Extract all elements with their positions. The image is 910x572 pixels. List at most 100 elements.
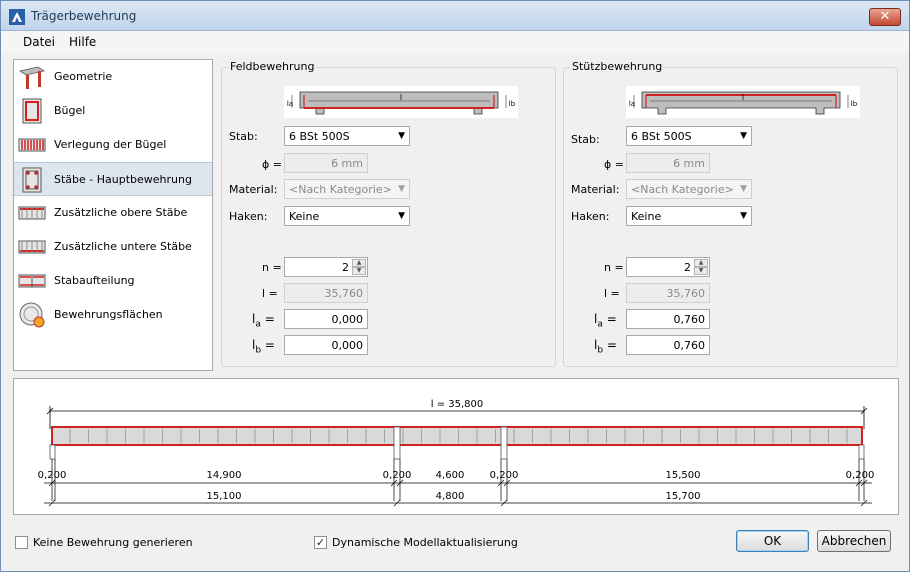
stab-value: 6 BSt 500S bbox=[631, 130, 692, 143]
stab-dropdown[interactable]: 6 BSt 500S ▼ bbox=[626, 126, 752, 146]
nav-item-zusaetzliche-untere-staebe[interactable]: Zusätzliche untere Stäbe bbox=[14, 230, 212, 264]
l-label: l = bbox=[604, 287, 620, 300]
dim-span-3: 15,500 bbox=[666, 470, 701, 481]
diagram-la-label: la bbox=[287, 100, 293, 108]
n-label: n = bbox=[604, 261, 624, 274]
haken-label: Haken: bbox=[229, 210, 268, 223]
window-title: Trägerbewehrung bbox=[31, 9, 137, 23]
dim-support-mid-2: 0,200 bbox=[490, 470, 519, 481]
la-input[interactable]: 0,760 bbox=[626, 309, 710, 329]
menu-datei[interactable]: Datei bbox=[23, 35, 55, 49]
n-label: n = bbox=[262, 261, 282, 274]
lb-label: lb = bbox=[252, 338, 275, 356]
phi-value: 6 mm bbox=[673, 157, 705, 170]
group-title: Stützbewehrung bbox=[570, 60, 665, 73]
lb-label: lb = bbox=[594, 338, 617, 356]
phi-field: 6 mm bbox=[626, 153, 710, 173]
l-field: 35,760 bbox=[626, 283, 710, 303]
bar-distribution-icon bbox=[18, 274, 46, 288]
chevron-down-icon: ▼ bbox=[398, 131, 405, 141]
stab-label: Stab: bbox=[571, 133, 600, 146]
la-value: 0,760 bbox=[673, 313, 706, 326]
ok-button[interactable]: OK bbox=[736, 530, 809, 552]
nav-item-stabaufteilung[interactable]: Stabaufteilung bbox=[14, 264, 212, 298]
nav-item-bewehrungsflaechen[interactable]: Bewehrungsflächen bbox=[14, 298, 212, 332]
no-reinforcement-label: Keine Bewehrung generieren bbox=[33, 536, 193, 549]
chevron-down-icon: ▼ bbox=[740, 211, 747, 221]
bottom-bars-icon bbox=[18, 240, 46, 254]
close-button[interactable]: ✕ bbox=[869, 8, 901, 26]
nav-item-geometrie[interactable]: Geometrie bbox=[14, 60, 212, 94]
stepper-down-icon[interactable]: ▼ bbox=[694, 267, 708, 275]
stab-value: 6 BSt 500S bbox=[289, 130, 350, 143]
la-label: la = bbox=[594, 312, 617, 330]
beam-diagram: l la lb bbox=[284, 86, 518, 118]
haken-dropdown[interactable]: Keine ▼ bbox=[284, 206, 410, 226]
geometry-icon bbox=[18, 66, 46, 89]
phi-field: 6 mm bbox=[284, 153, 368, 173]
material-label: Material: bbox=[229, 183, 278, 196]
phi-label: ϕ = bbox=[262, 158, 282, 171]
haken-value: Keine bbox=[631, 210, 662, 223]
main-bars-icon bbox=[22, 167, 42, 193]
haken-dropdown[interactable]: Keine ▼ bbox=[626, 206, 752, 226]
haken-label: Haken: bbox=[571, 210, 610, 223]
dim-span-2: 4,600 bbox=[436, 470, 465, 481]
check-icon: ✓ bbox=[315, 536, 326, 549]
nav-label: Zusätzliche untere Stäbe bbox=[54, 240, 192, 253]
diagram-l-label: l bbox=[742, 93, 744, 102]
stab-label: Stab: bbox=[229, 130, 258, 143]
no-reinforcement-checkbox[interactable] bbox=[15, 536, 28, 549]
material-value: <Nach Kategorie> bbox=[289, 183, 392, 196]
stuetzbewehrung-group: Stützbewehrung l la lb Stab: 6 BSt 500S … bbox=[563, 60, 898, 367]
nav-item-zusaetzliche-obere-staebe[interactable]: Zusätzliche obere Stäbe bbox=[14, 196, 212, 230]
lb-input[interactable]: 0,000 bbox=[284, 335, 368, 355]
nav-label: Bügel bbox=[54, 104, 86, 117]
beam-body bbox=[51, 426, 863, 446]
material-label: Material: bbox=[571, 183, 620, 196]
diagram-lb-label: lb bbox=[851, 100, 858, 108]
dim-axis-1: 15,100 bbox=[207, 491, 242, 502]
menu-hilfe[interactable]: Hilfe bbox=[69, 35, 96, 49]
diagram-l-label: l bbox=[400, 93, 402, 102]
nav-label: Geometrie bbox=[54, 70, 113, 83]
nav-label: Stabaufteilung bbox=[54, 274, 135, 287]
feldbewehrung-group: Feldbewehrung l la lb Stab: 6 BSt 500S ▼… bbox=[221, 60, 556, 367]
n-stepper[interactable]: 2 ▲ ▼ bbox=[284, 257, 368, 277]
la-label: la = bbox=[252, 312, 275, 330]
beam-diagram: l la lb bbox=[626, 86, 860, 118]
nav-item-verlegung-buegel[interactable]: Verlegung der Bügel bbox=[14, 128, 212, 162]
lb-value: 0,760 bbox=[673, 339, 706, 352]
stab-dropdown[interactable]: 6 BSt 500S ▼ bbox=[284, 126, 410, 146]
la-input[interactable]: 0,000 bbox=[284, 309, 368, 329]
dim-support-right: 0,200 bbox=[846, 470, 875, 481]
beam-preview-drawing: l = 35,800 0,200 14,900 0,200 4,600 0,20… bbox=[38, 399, 875, 507]
nav-item-buegel[interactable]: Bügel bbox=[14, 94, 212, 128]
stirrup-icon bbox=[22, 98, 42, 124]
diagram-lb-label: lb bbox=[509, 100, 516, 108]
top-bars-icon bbox=[18, 206, 46, 220]
category-list: Geometrie Bügel Verlegung der Bügel Stäb… bbox=[13, 59, 213, 371]
material-dropdown: <Nach Kategorie> ▼ bbox=[284, 179, 410, 199]
cancel-button[interactable]: Abbrechen bbox=[817, 530, 891, 552]
dynamic-update-checkbox[interactable]: ✓ bbox=[314, 536, 327, 549]
phi-label: ϕ = bbox=[604, 158, 624, 171]
dialog-window: Trägerbewehrung ✕ Datei Hilfe Geometrie … bbox=[0, 0, 910, 572]
menu-bar: Datei Hilfe bbox=[1, 31, 909, 53]
nav-label: Bewehrungsflächen bbox=[54, 308, 163, 321]
nav-label: Zusätzliche obere Stäbe bbox=[54, 206, 188, 219]
l-field: 35,760 bbox=[284, 283, 368, 303]
stepper-up-icon[interactable]: ▲ bbox=[352, 259, 366, 267]
l-value: 35,760 bbox=[666, 287, 706, 300]
title-bar: Trägerbewehrung ✕ bbox=[1, 1, 909, 31]
stepper-up-icon[interactable]: ▲ bbox=[694, 259, 708, 267]
n-stepper[interactable]: 2 ▲ ▼ bbox=[626, 257, 710, 277]
nav-item-staebe-hauptbewehrung[interactable]: Stäbe - Hauptbewehrung bbox=[14, 162, 212, 196]
dim-axis-3: 15,700 bbox=[666, 491, 701, 502]
lb-input[interactable]: 0,760 bbox=[626, 335, 710, 355]
lb-value: 0,000 bbox=[331, 339, 364, 352]
dim-support-mid-1: 0,200 bbox=[383, 470, 412, 481]
dim-support-left: 0,200 bbox=[38, 470, 67, 481]
stepper-down-icon[interactable]: ▼ bbox=[352, 267, 366, 275]
l-value: 35,760 bbox=[324, 287, 364, 300]
